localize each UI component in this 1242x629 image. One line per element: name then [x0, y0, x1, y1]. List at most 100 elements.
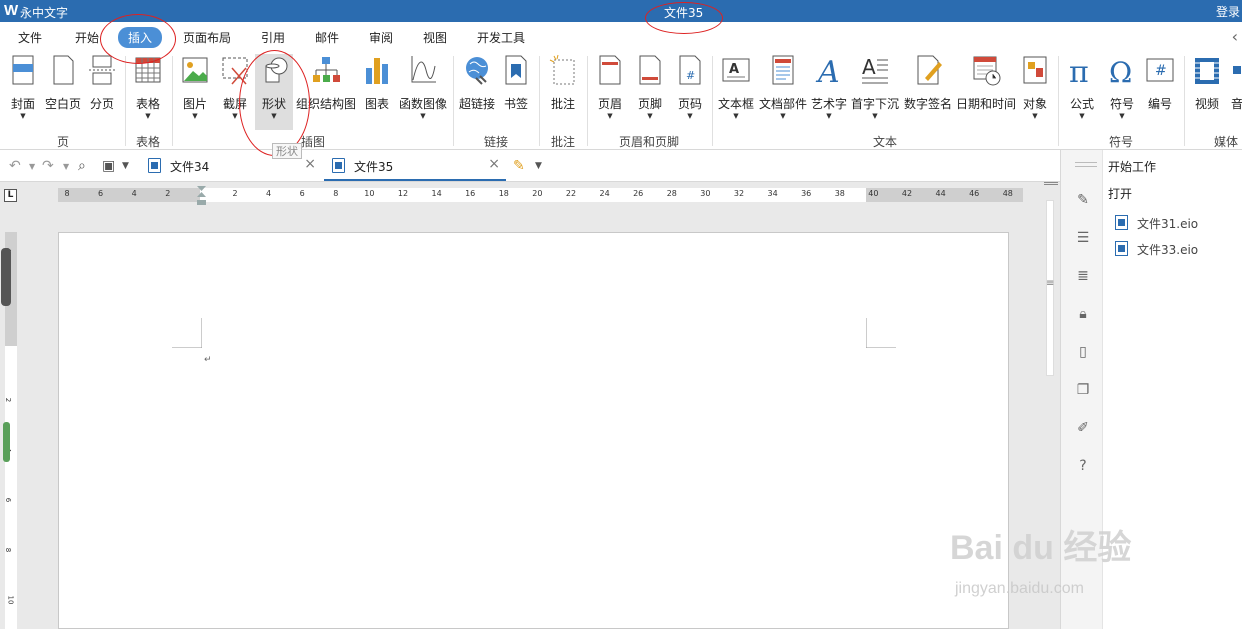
textbox-button[interactable]: A 文本框 ▼ — [716, 54, 756, 120]
wordart-icon: A — [814, 54, 844, 90]
hyperlink-button[interactable]: 超链接 — [458, 54, 496, 112]
edit-document-icon[interactable]: ✐ — [1075, 420, 1091, 436]
svg-text:Ω: Ω — [1109, 56, 1132, 86]
vertical-ruler-marker[interactable] — [3, 422, 10, 462]
print-preview-icon[interactable]: ⌕ — [78, 158, 86, 174]
new-document-icon[interactable]: ✎ — [513, 158, 525, 174]
tab-home[interactable]: 开始 — [75, 29, 99, 46]
help-icon[interactable]: ? — [1075, 458, 1091, 474]
chart-button[interactable]: 图表 — [362, 54, 392, 112]
tab-insert[interactable]: 插入 — [118, 27, 163, 48]
cover-button[interactable]: 封面 ▼ — [6, 54, 40, 120]
doc-parts-button[interactable]: 文档部件 ▼ — [758, 54, 808, 120]
new-document-dropdown-icon[interactable]: ▼ — [535, 161, 542, 171]
function-image-button[interactable]: 函数图像 ▼ — [398, 54, 448, 120]
redo-dropdown-icon[interactable]: ▼ — [63, 162, 69, 171]
ruler-tick-label: 12 — [397, 189, 409, 198]
page-number-button[interactable]: # 页码 ▼ — [674, 54, 706, 120]
customize-dropdown-icon[interactable]: ▼ — [122, 161, 129, 171]
vertical-ruler-handle[interactable] — [1, 248, 11, 306]
dropdown-arrow-icon: ▼ — [192, 112, 198, 120]
ruler-tick-label: 18 — [498, 189, 509, 198]
svg-text:#: # — [1155, 63, 1167, 79]
wordart-button[interactable]: A 艺术字 ▼ — [810, 54, 848, 120]
bookmark-button[interactable]: 书签 — [501, 54, 531, 112]
tab-review[interactable]: 审阅 — [369, 29, 393, 46]
group-divider — [539, 56, 540, 146]
bookmark-icon — [501, 54, 531, 86]
footer-icon — [635, 54, 665, 86]
edit-pen-icon[interactable]: ✎ — [1075, 192, 1091, 208]
redo-icon[interactable]: ↷ — [42, 158, 54, 174]
numbering-button[interactable]: # 编号 — [1144, 54, 1176, 112]
recent-file-item[interactable]: 文件33.eio — [1115, 241, 1198, 258]
title-bar: W 永中文字 文件35 登录 — [0, 0, 1242, 22]
close-icon[interactable]: × — [304, 156, 316, 172]
tab-mailings[interactable]: 邮件 — [315, 29, 339, 46]
ruler-tick-label: 8 — [333, 189, 339, 198]
watermark-logo: Bai du 经验 — [950, 529, 1132, 567]
numbering-icon: # — [1145, 54, 1175, 86]
dropcap-button[interactable]: A 首字下沉 ▼ — [850, 54, 900, 120]
dropdown-arrow-icon: ▼ — [687, 112, 693, 120]
group-divider — [1058, 56, 1059, 146]
equation-button[interactable]: π 公式 ▼ — [1066, 54, 1098, 120]
save-icon[interactable]: ▣ — [102, 158, 115, 174]
tab-developer[interactable]: 开发工具 — [477, 29, 525, 46]
dropdown-arrow-icon: ▼ — [1079, 112, 1085, 120]
video-icon — [1192, 54, 1222, 86]
undo-icon[interactable]: ↶ — [9, 158, 21, 174]
group-label-links: 链接 — [484, 135, 509, 149]
omega-icon: Ω — [1107, 54, 1137, 89]
dropdown-arrow-icon: ▼ — [733, 112, 739, 120]
svg-text:#: # — [686, 69, 695, 82]
close-icon[interactable]: × — [488, 156, 500, 172]
signature-button[interactable]: 数字签名 — [902, 54, 954, 112]
comment-button[interactable]: 批注 — [547, 54, 579, 112]
footer-button[interactable]: 页脚 ▼ — [634, 54, 666, 120]
recent-file-item[interactable]: 文件31.eio — [1115, 215, 1198, 232]
document-page[interactable]: ↵ — [58, 232, 1009, 629]
indent-marker-icon[interactable] — [197, 186, 206, 208]
lock-icon[interactable]: 🔒︎ — [1075, 306, 1091, 322]
video-button[interactable]: 视频 — [1190, 54, 1224, 112]
tab-stop-selector[interactable]: L — [4, 189, 17, 202]
group-label-page: 页 — [57, 135, 70, 149]
audio-button[interactable]: 音 — [1230, 54, 1242, 112]
doc-tab-35[interactable]: 文件35 × — [324, 150, 506, 181]
symbol-button[interactable]: Ω 符号 ▼ — [1106, 54, 1138, 120]
blank-page-button[interactable]: 空白页 — [44, 54, 82, 112]
style-list-icon[interactable]: ≣ — [1075, 268, 1091, 284]
page-break-button[interactable]: 分页 — [86, 54, 118, 112]
screenshot-button[interactable]: 截屏 ▼ — [218, 54, 252, 120]
dropdown-arrow-icon: ▼ — [647, 112, 653, 120]
dropdown-arrow-icon: ▼ — [826, 112, 832, 120]
tab-view[interactable]: 视图 — [423, 29, 447, 46]
bar-chart-icon — [362, 54, 392, 86]
collapse-ribbon-icon[interactable]: ‹ — [1232, 27, 1238, 46]
app-logo-icon: W — [4, 2, 19, 19]
tab-references[interactable]: 引用 — [261, 29, 285, 46]
object-button[interactable]: 对象 ▼ — [1020, 54, 1050, 120]
table-button[interactable]: 表格 ▼ — [131, 54, 165, 120]
smartart-button[interactable]: 组织结构图 — [296, 54, 356, 112]
open-section-label: 打开 — [1108, 187, 1133, 201]
ruler-tick-label: 10 — [364, 189, 375, 198]
picture-button[interactable]: 图片 ▼ — [178, 54, 212, 120]
tab-page-layout[interactable]: 页面布局 — [183, 29, 231, 46]
tab-file[interactable]: 文件 — [18, 29, 42, 46]
adjust-sliders-icon[interactable]: ☰ — [1075, 230, 1091, 246]
clipboard-icon[interactable]: ▯ — [1075, 344, 1091, 360]
dropdown-arrow-icon: ▼ — [1119, 112, 1125, 120]
blank-page-icon — [48, 54, 78, 86]
dropdown-arrow-icon: ▼ — [232, 112, 238, 120]
document-title: 文件35 — [664, 6, 704, 20]
copy-icon[interactable]: ❐ — [1075, 382, 1091, 398]
shape-button[interactable]: 形状 ▼ — [255, 54, 293, 130]
ribbon-insert: 封面 ▼ 空白页 分页 页 表格 ▼ 表格 图片 ▼ 截屏 ▼ 形状 ▼ 组织结构图 图表… — [0, 52, 1242, 150]
header-button[interactable]: 页眉 ▼ — [594, 54, 626, 120]
login-link[interactable]: 登录 — [1216, 3, 1240, 20]
datetime-button[interactable]: 日期和时间 — [955, 54, 1017, 112]
undo-dropdown-icon[interactable]: ▼ — [29, 162, 35, 171]
shape-tooltip: 形状 — [272, 143, 302, 159]
